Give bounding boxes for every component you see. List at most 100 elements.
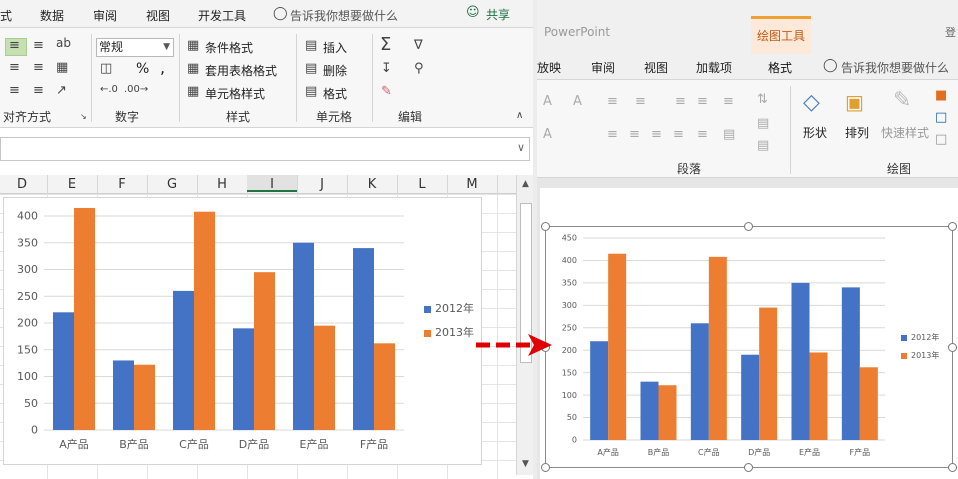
tab-data[interactable]: 数据 xyxy=(40,7,64,24)
column-header[interactable]: D xyxy=(0,177,47,192)
line-spacing-icon[interactable]: ≡ xyxy=(723,94,734,109)
resize-handle-bottom[interactable] xyxy=(744,463,753,472)
quick-styles-button[interactable]: 快速样式 xyxy=(881,124,929,141)
column-header[interactable]: E xyxy=(47,177,97,192)
column-header[interactable]: J xyxy=(297,177,347,192)
shapes-button[interactable]: 形状 xyxy=(803,124,827,141)
resize-handle-right[interactable] xyxy=(948,343,957,352)
shape-effects-icon[interactable]: □ xyxy=(935,132,947,147)
legend-label: 2013年 xyxy=(435,325,474,339)
orientation-icon[interactable]: ↗ xyxy=(56,83,67,98)
increase-indent-icon[interactable]: ≡ xyxy=(697,94,708,109)
align-text-icon[interactable]: ▤ xyxy=(757,116,769,131)
indent-icon[interactable]: ≡ xyxy=(9,83,20,98)
number-format-select[interactable]: 常规 ▼ xyxy=(96,38,174,57)
align-right-icon[interactable]: ≡ xyxy=(651,127,662,142)
numbering-icon[interactable]: ≡ xyxy=(635,94,646,109)
format-button[interactable]: 格式 xyxy=(323,85,347,102)
insert-button[interactable]: 插入 xyxy=(323,39,347,56)
quick-styles-icon: ✎ xyxy=(893,88,912,113)
column-header-selected[interactable]: I xyxy=(247,175,297,192)
conditional-format-button[interactable]: 条件格式 xyxy=(205,39,253,56)
tell-me-search[interactable]: 告诉我你想要做什么 xyxy=(290,7,398,24)
currency-icon[interactable]: ◫ xyxy=(100,61,112,76)
delete-button[interactable]: 删除 xyxy=(323,62,347,79)
font-decrease-icon[interactable]: A xyxy=(573,94,582,109)
group-separator xyxy=(790,86,791,174)
resize-handle-bottom-right[interactable] xyxy=(948,463,957,472)
tab-addins[interactable]: 加载项 xyxy=(696,59,732,76)
formula-bar[interactable]: ∨ xyxy=(0,137,530,161)
tab-slideshow[interactable]: 放映 xyxy=(537,59,561,76)
tab-view[interactable]: 视图 xyxy=(146,7,170,24)
align-right-icon[interactable]: ≡ xyxy=(33,60,44,75)
column-header[interactable]: M xyxy=(447,177,497,192)
increase-decimal-icon[interactable]: ←.0 xyxy=(100,84,118,95)
resize-handle-top-left[interactable] xyxy=(541,222,550,231)
align-center-icon[interactable]: ≡ xyxy=(629,127,640,142)
smartart-icon[interactable]: ▤ xyxy=(757,138,769,153)
distribute-icon[interactable]: ≡ xyxy=(697,127,708,142)
tab-review[interactable]: 审阅 xyxy=(93,7,117,24)
share-button[interactable]: 共享 xyxy=(486,6,510,23)
ppt-title-bar: PowerPoint 绘图工具 登 xyxy=(537,0,958,54)
percent-button[interactable]: % xyxy=(136,61,149,77)
dialog-launcher-icon[interactable]: ↘ xyxy=(80,112,87,121)
resize-handle-top-right[interactable] xyxy=(948,222,957,231)
group-label-alignment: 对齐方式 xyxy=(3,110,52,124)
fill-icon[interactable]: ↧ xyxy=(381,61,392,76)
y-tick-label: 100 xyxy=(17,370,38,383)
sort-filter-icon[interactable]: ∇ xyxy=(414,38,423,53)
font-increase-icon[interactable]: A xyxy=(543,94,552,109)
tab-view[interactable]: 视图 xyxy=(644,59,668,76)
bar xyxy=(134,364,155,430)
group-label-paragraph: 段落 xyxy=(677,162,702,176)
text-direction-icon[interactable]: ⇅ xyxy=(757,92,768,107)
columns-icon[interactable]: ▤ xyxy=(723,127,735,142)
column-header[interactable]: G xyxy=(147,177,197,192)
autosum-icon[interactable]: Σ xyxy=(380,34,391,55)
tab-developer[interactable]: 开发工具 xyxy=(198,7,246,24)
justify-icon[interactable]: ≡ xyxy=(673,127,684,142)
tab-format[interactable]: 格式 xyxy=(768,59,792,76)
column-header[interactable]: F xyxy=(97,177,147,192)
chart-selection-frame[interactable] xyxy=(545,226,953,468)
x-tick-label: D产品 xyxy=(239,437,269,451)
decrease-indent-icon[interactable]: ≡ xyxy=(675,94,686,109)
resize-handle-bottom-left[interactable] xyxy=(541,463,550,472)
column-header[interactable]: K xyxy=(347,177,397,192)
cell-styles-button[interactable]: 单元格样式 xyxy=(205,85,265,102)
column-header[interactable]: L xyxy=(397,177,447,192)
clear-icon[interactable]: ✎ xyxy=(381,84,392,99)
outdent-icon[interactable]: ≡ xyxy=(33,83,44,98)
align-bottom-icon[interactable]: ≡ xyxy=(33,38,44,53)
resize-handle-top[interactable] xyxy=(744,222,753,231)
sign-in-link[interactable]: 登 xyxy=(945,24,956,40)
scroll-down-icon[interactable]: ▼ xyxy=(517,459,534,469)
chevron-down-icon[interactable]: ∨ xyxy=(517,141,525,154)
align-left-icon[interactable]: ≡ xyxy=(607,127,618,142)
wrap-text-icon[interactable]: ab xyxy=(56,36,71,50)
column-header-row: D E F G H I J K L M xyxy=(0,175,516,194)
column-header[interactable]: H xyxy=(197,177,247,192)
bullets-icon[interactable]: ≡ xyxy=(607,94,618,109)
tab-format[interactable]: 式 xyxy=(0,7,12,24)
scroll-up-icon[interactable]: ▲ xyxy=(517,179,534,189)
bar xyxy=(314,325,335,430)
align-left-icon[interactable]: ≡ xyxy=(9,60,20,75)
collapse-ribbon-icon[interactable]: ∧ xyxy=(516,110,523,121)
excel-chart[interactable]: 0 50 100 150 200 250 300 350 400 A产品 B产品 C产品 D产品 E产品 F… xyxy=(3,197,482,465)
tab-review[interactable]: 审阅 xyxy=(591,59,615,76)
tell-me-search[interactable]: 告诉我你想要做什么 xyxy=(841,59,949,76)
merge-icon[interactable]: ▦ xyxy=(56,60,68,75)
find-icon[interactable]: ⚲ xyxy=(414,61,424,76)
format-as-table-button[interactable]: 套用表格格式 xyxy=(205,62,277,79)
font-color-icon[interactable]: A xyxy=(543,127,552,142)
comma-button[interactable]: , xyxy=(160,58,165,77)
decrease-decimal-icon[interactable]: .00→ xyxy=(124,84,148,95)
arrange-button[interactable]: 排列 xyxy=(845,124,869,141)
shape-outline-icon[interactable]: □ xyxy=(935,110,947,125)
shape-fill-icon[interactable]: ■ xyxy=(935,88,947,103)
bar xyxy=(74,207,95,430)
vertical-scrollbar[interactable]: ▲ ▼ xyxy=(516,175,534,475)
